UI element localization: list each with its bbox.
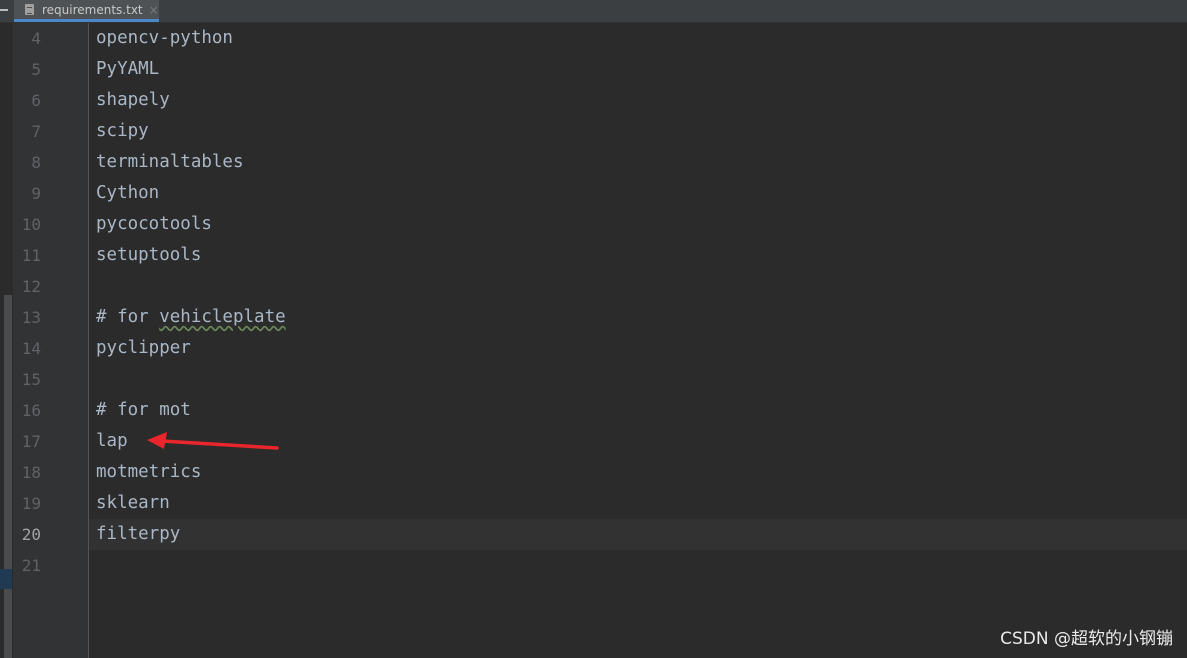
watermark: CSDN @超软的小钢镚: [1000, 629, 1173, 649]
arrow-head: [147, 432, 167, 449]
red-arrow-annotation: [147, 432, 279, 450]
arrow-shaft: [160, 439, 279, 450]
